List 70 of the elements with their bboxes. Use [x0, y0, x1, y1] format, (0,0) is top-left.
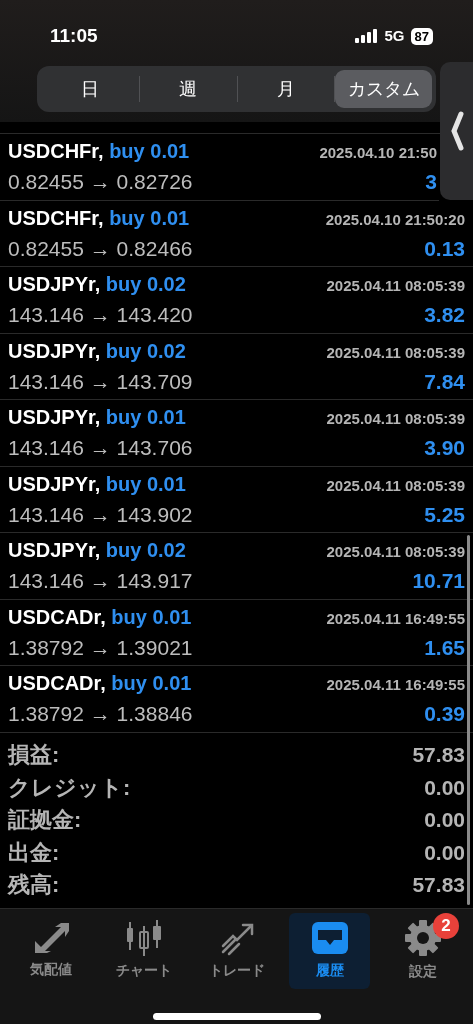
deal-title: USDJPYr, buy 0.02 [8, 272, 186, 297]
deal-time: 2025.04.10 21:50:20 [325, 209, 465, 230]
deal-time: 2025.04.10 21:50 [319, 143, 437, 163]
deal-time: 2025.04.11 08:05:39 [326, 276, 465, 296]
summary-label: 残高: [8, 871, 60, 900]
deal-prices: 0.82455 → 0.82466 [8, 235, 193, 262]
tab-bar-item[interactable]: 気配値 [10, 912, 91, 989]
deal-prices: 1.38792 → 1.39021 [8, 634, 193, 661]
deal-title: USDJPYr, buy 0.02 [8, 538, 186, 563]
inbox-icon [309, 920, 350, 956]
deal-row[interactable]: USDJPYr, buy 0.02 2025.04.11 08:05:39 143.146 → 143.709 7.84 [0, 333, 473, 400]
summary-value: 0.00 [424, 807, 465, 833]
network-label: 5G [384, 25, 405, 46]
deal-row[interactable]: USDCHFr, buy 0.01 2025.04.10 21:50:20 0.82455 → 0.82466 0.13 [0, 200, 473, 267]
deal-profit: 3 [425, 169, 437, 195]
period-tab[interactable]: 週 [139, 70, 237, 108]
summary-label: クレジット: [8, 773, 131, 802]
deal-profit: 3.90 [424, 435, 465, 461]
deal-profit: 7.84 [424, 368, 465, 395]
deal-prices: 143.146 → 143.917 [8, 568, 193, 594]
deal-row[interactable]: USDJPYr, buy 0.02 2025.04.11 08:05:39 143.146 → 143.420 3.82 [0, 267, 473, 334]
deal-row[interactable]: USDJPYr, buy 0.01 2025.04.11 08:05:39 143.146 → 143.902 5.25 [0, 466, 473, 533]
deal-time: 2025.04.11 16:49:55 [326, 608, 465, 629]
tab-bar-item[interactable]: 設定 2 [382, 912, 463, 989]
summary-value: 0.00 [424, 839, 465, 866]
summary-value: 57.83 [412, 742, 465, 768]
deal-prices: 1.38792 → 1.38846 [8, 701, 193, 727]
deal-profit: 3.82 [424, 302, 465, 328]
tab-bar-item[interactable]: トレード [196, 912, 277, 989]
deal-title: USDCADr, buy 0.01 [8, 671, 192, 696]
deal-title: USDCHFr, buy 0.01 [8, 205, 190, 231]
deal-profit: 10.71 [412, 568, 465, 594]
summary-label: 損益: [8, 741, 60, 770]
deal-row[interactable]: USDJPYr, buy 0.01 2025.04.11 08:05:39 143.146 → 143.706 3.90 [0, 400, 473, 467]
deal-prices: 0.82455 → 0.82726 [8, 169, 193, 195]
notification-badge: 2 [433, 912, 459, 939]
deal-row[interactable]: USDCHFr, buy 0.01 2025.04.10 21:50 0.82455 → 0.82726 3 [0, 134, 439, 201]
deal-time: 2025.04.11 08:05:39 [326, 475, 465, 496]
summary-label: 出金: [8, 838, 60, 867]
deal-profit: 1.65 [424, 634, 465, 661]
deal-prices: 143.146 → 143.420 [8, 302, 193, 328]
deal-time: 2025.04.11 08:05:39 [326, 342, 465, 363]
signal-icon [354, 29, 379, 43]
deal-time: 2025.04.11 08:05:39 [326, 542, 465, 562]
summary-value: 0.00 [424, 774, 465, 801]
deal-prices: 143.146 → 143.902 [8, 501, 193, 528]
deal-title: USDCADr, buy 0.01 [8, 604, 192, 630]
deal-title: USDCHFr, buy 0.01 [8, 139, 190, 164]
deal-profit: 0.39 [424, 701, 465, 727]
battery-level: 87 [410, 27, 433, 45]
tab-bar-item[interactable]: 履歴 [289, 912, 370, 989]
period-tab[interactable]: 日 [41, 70, 139, 108]
period-tab[interactable]: カスタム [335, 70, 432, 108]
deal-time: 2025.04.11 16:49:55 [326, 675, 465, 695]
period-tab[interactable]: 月 [237, 70, 335, 108]
tab-bar-item[interactable]: チャート [103, 912, 184, 989]
deal-prices: 143.146 → 143.709 [8, 368, 193, 395]
deal-prices: 143.146 → 143.706 [8, 435, 193, 461]
side-panel-handle[interactable] [440, 62, 473, 200]
deal-time: 2025.04.11 08:05:39 [326, 409, 465, 429]
summary-label: 証拠金: [8, 806, 82, 835]
gear-icon [403, 919, 442, 957]
chevron-left-icon [449, 111, 464, 151]
deal-profit: 5.25 [424, 501, 465, 528]
clock-time: 11:05 [50, 23, 98, 48]
summary-value: 57.83 [412, 872, 465, 898]
deal-title: USDJPYr, buy 0.01 [8, 471, 186, 497]
deal-title: USDJPYr, buy 0.02 [8, 338, 186, 364]
deal-profit: 0.13 [424, 235, 465, 262]
deal-title: USDJPYr, buy 0.01 [8, 405, 186, 430]
